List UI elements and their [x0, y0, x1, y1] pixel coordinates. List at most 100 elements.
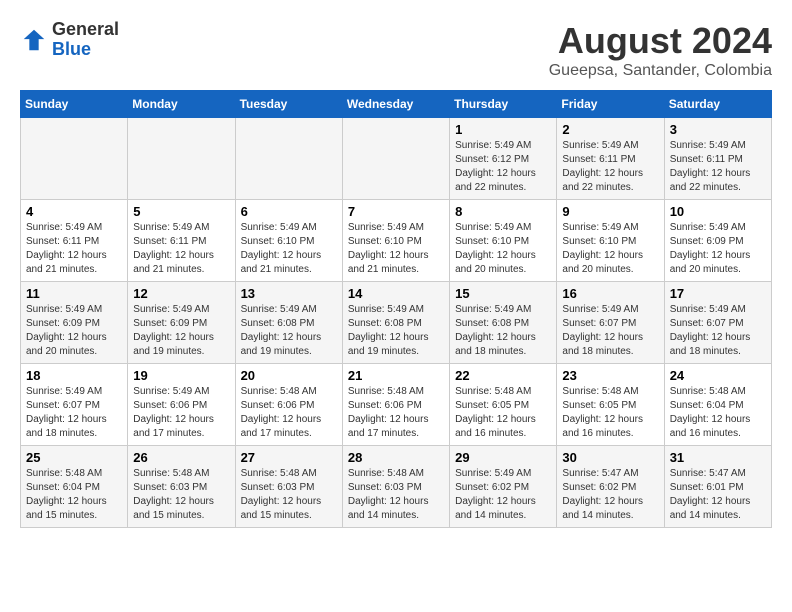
- day-number: 18: [26, 368, 122, 383]
- day-cell-26: 26 Sunrise: 5:48 AM Sunset: 6:03 PM Dayli…: [128, 446, 235, 528]
- day-info: Sunrise: 5:48 AM Sunset: 6:06 PM Dayligh…: [348, 385, 444, 441]
- day-info: Sunrise: 5:48 AM Sunset: 6:05 PM Dayligh…: [562, 385, 658, 441]
- day-number: 29: [455, 450, 551, 465]
- header-day-saturday: Saturday: [664, 91, 771, 118]
- day-cell-18: 18 Sunrise: 5:49 AM Sunset: 6:07 PM Dayli…: [21, 364, 128, 446]
- day-cell-30: 30 Sunrise: 5:47 AM Sunset: 6:02 PM Dayli…: [557, 446, 664, 528]
- header-day-thursday: Thursday: [450, 91, 557, 118]
- day-info: Sunrise: 5:49 AM Sunset: 6:11 PM Dayligh…: [133, 221, 229, 277]
- day-number: 17: [670, 286, 766, 301]
- day-number: 24: [670, 368, 766, 383]
- day-number: 20: [241, 368, 337, 383]
- day-info: Sunrise: 5:47 AM Sunset: 6:02 PM Dayligh…: [562, 467, 658, 523]
- location: Gueepsa, Santander, Colombia: [549, 62, 772, 80]
- day-info: Sunrise: 5:48 AM Sunset: 6:04 PM Dayligh…: [26, 467, 122, 523]
- day-number: 28: [348, 450, 444, 465]
- day-info: Sunrise: 5:49 AM Sunset: 6:10 PM Dayligh…: [455, 221, 551, 277]
- day-cell-20: 20 Sunrise: 5:48 AM Sunset: 6:06 PM Dayli…: [235, 364, 342, 446]
- day-cell-13: 13 Sunrise: 5:49 AM Sunset: 6:08 PM Dayli…: [235, 282, 342, 364]
- day-cell-22: 22 Sunrise: 5:48 AM Sunset: 6:05 PM Dayli…: [450, 364, 557, 446]
- day-number: 30: [562, 450, 658, 465]
- day-cell-3: 3 Sunrise: 5:49 AM Sunset: 6:11 PM Daylig…: [664, 118, 771, 200]
- day-info: Sunrise: 5:48 AM Sunset: 6:03 PM Dayligh…: [348, 467, 444, 523]
- day-info: Sunrise: 5:49 AM Sunset: 6:07 PM Dayligh…: [26, 385, 122, 441]
- day-number: 8: [455, 204, 551, 219]
- header-day-sunday: Sunday: [21, 91, 128, 118]
- day-info: Sunrise: 5:48 AM Sunset: 6:05 PM Dayligh…: [455, 385, 551, 441]
- day-info: Sunrise: 5:49 AM Sunset: 6:02 PM Dayligh…: [455, 467, 551, 523]
- day-cell-23: 23 Sunrise: 5:48 AM Sunset: 6:05 PM Dayli…: [557, 364, 664, 446]
- day-info: Sunrise: 5:49 AM Sunset: 6:08 PM Dayligh…: [455, 303, 551, 359]
- day-info: Sunrise: 5:49 AM Sunset: 6:09 PM Dayligh…: [670, 221, 766, 277]
- day-number: 1: [455, 122, 551, 137]
- day-info: Sunrise: 5:49 AM Sunset: 6:11 PM Dayligh…: [562, 139, 658, 195]
- week-row-4: 18 Sunrise: 5:49 AM Sunset: 6:07 PM Dayli…: [21, 364, 772, 446]
- day-number: 11: [26, 286, 122, 301]
- day-number: 16: [562, 286, 658, 301]
- day-cell-4: 4Sunrise: 5:49 AM Sunset: 6:11 PM Daylig…: [21, 200, 128, 282]
- logo-general: General: [52, 19, 119, 39]
- header-day-friday: Friday: [557, 91, 664, 118]
- day-cell-29: 29 Sunrise: 5:49 AM Sunset: 6:02 PM Dayli…: [450, 446, 557, 528]
- day-number: 3: [670, 122, 766, 137]
- day-info: Sunrise: 5:48 AM Sunset: 6:03 PM Dayligh…: [241, 467, 337, 523]
- day-number: 10: [670, 204, 766, 219]
- day-cell-10: 10 Sunrise: 5:49 AM Sunset: 6:09 PM Dayli…: [664, 200, 771, 282]
- month-year: August 2024: [549, 20, 772, 62]
- day-info: Sunrise: 5:48 AM Sunset: 6:04 PM Dayligh…: [670, 385, 766, 441]
- title-area: August 2024 Gueepsa, Santander, Colombia: [549, 20, 772, 80]
- week-row-2: 4 Sunrise: 5:49 AM Sunset: 6:11 PM Daylig…: [21, 200, 772, 282]
- day-cell-11: 11 Sunrise: 5:49 AM Sunset: 6:09 PM Dayli…: [21, 282, 128, 364]
- week-row-1: 1 Sunrise: 5:49 AM Sunset: 6:12 PM Daylig…: [21, 118, 772, 200]
- calendar-table: SundayMondayTuesdayWednesdayThursdayFrid…: [20, 90, 772, 528]
- logo-text: General Blue: [52, 20, 119, 60]
- day-number: 13: [241, 286, 337, 301]
- day-info: Sunrise: 5:48 AM Sunset: 6:03 PM Dayligh…: [133, 467, 229, 523]
- day-number: 26: [133, 450, 229, 465]
- day-info: Sunrise: 5:49 AM Sunset: 6:10 PM Dayligh…: [348, 221, 444, 277]
- day-info: Sunrise: 5:49 AM Sunset: 6:11 PM Dayligh…: [670, 139, 766, 195]
- day-info: Sunrise: 5:49 AM Sunset: 6:10 PM Dayligh…: [562, 221, 658, 277]
- day-number: 7: [348, 204, 444, 219]
- day-info: Sunrise: 5:49 AM Sunset: 6:08 PM Dayligh…: [348, 303, 444, 359]
- day-info: Sunrise: 5:49 AM Sunset: 6:09 PM Dayligh…: [26, 303, 122, 359]
- day-number: 25: [26, 450, 122, 465]
- day-info: Sunrise: 5:49 AM Sunset: 6:07 PM Dayligh…: [562, 303, 658, 359]
- day-number: 5: [133, 204, 229, 219]
- day-cell-25: 25 Sunrise: 5:48 AM Sunset: 6:04 PM Dayli…: [21, 446, 128, 528]
- day-number: 9: [562, 204, 658, 219]
- day-cell-31: 31Sunrise: 5:47 AM Sunset: 6:01 PM Dayli…: [664, 446, 771, 528]
- day-cell-24: 24 Sunrise: 5:48 AM Sunset: 6:04 PM Dayli…: [664, 364, 771, 446]
- day-cell-1: 1 Sunrise: 5:49 AM Sunset: 6:12 PM Daylig…: [450, 118, 557, 200]
- header-day-tuesday: Tuesday: [235, 91, 342, 118]
- logo-icon: [20, 26, 48, 54]
- day-cell-8: 8 Sunrise: 5:49 AM Sunset: 6:10 PM Daylig…: [450, 200, 557, 282]
- day-number: 12: [133, 286, 229, 301]
- logo-blue: Blue: [52, 39, 91, 59]
- week-row-3: 11 Sunrise: 5:49 AM Sunset: 6:09 PM Dayli…: [21, 282, 772, 364]
- day-cell-19: 19Sunrise: 5:49 AM Sunset: 6:06 PM Dayli…: [128, 364, 235, 446]
- day-info: Sunrise: 5:49 AM Sunset: 6:12 PM Dayligh…: [455, 139, 551, 195]
- day-cell-2: 2Sunrise: 5:49 AM Sunset: 6:11 PM Daylig…: [557, 118, 664, 200]
- day-number: 22: [455, 368, 551, 383]
- day-info: Sunrise: 5:48 AM Sunset: 6:06 PM Dayligh…: [241, 385, 337, 441]
- day-number: 14: [348, 286, 444, 301]
- day-number: 27: [241, 450, 337, 465]
- day-info: Sunrise: 5:49 AM Sunset: 6:10 PM Dayligh…: [241, 221, 337, 277]
- logo: General Blue: [20, 20, 119, 60]
- day-cell-7: 7 Sunrise: 5:49 AM Sunset: 6:10 PM Daylig…: [342, 200, 449, 282]
- day-number: 4: [26, 204, 122, 219]
- day-cell-9: 9 Sunrise: 5:49 AM Sunset: 6:10 PM Daylig…: [557, 200, 664, 282]
- header-row: SundayMondayTuesdayWednesdayThursdayFrid…: [21, 91, 772, 118]
- day-info: Sunrise: 5:49 AM Sunset: 6:08 PM Dayligh…: [241, 303, 337, 359]
- day-cell-16: 16 Sunrise: 5:49 AM Sunset: 6:07 PM Dayli…: [557, 282, 664, 364]
- header-day-wednesday: Wednesday: [342, 91, 449, 118]
- day-cell-28: 28 Sunrise: 5:48 AM Sunset: 6:03 PM Dayli…: [342, 446, 449, 528]
- day-number: 21: [348, 368, 444, 383]
- day-number: 23: [562, 368, 658, 383]
- week-row-5: 25 Sunrise: 5:48 AM Sunset: 6:04 PM Dayli…: [21, 446, 772, 528]
- empty-cell: [21, 118, 128, 200]
- empty-cell: [342, 118, 449, 200]
- empty-cell: [128, 118, 235, 200]
- day-number: 31: [670, 450, 766, 465]
